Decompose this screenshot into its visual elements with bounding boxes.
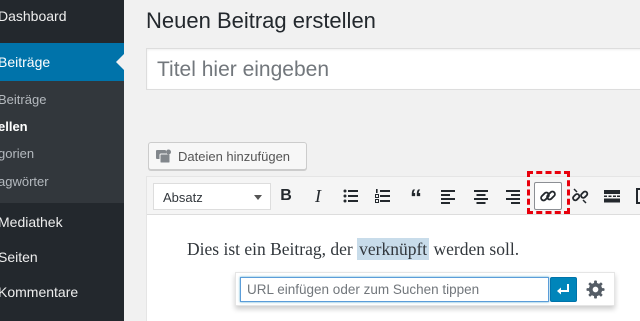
align-left-button[interactable] [435,183,461,209]
media-icon [156,149,171,164]
editor-paragraph: Dies ist ein Beitrag, der verknüpft werd… [187,238,520,260]
post-title-box [146,48,640,90]
align-center-button[interactable] [468,183,494,209]
align-left-icon [441,190,455,204]
format-select-value: Absatz [163,190,203,205]
selected-text[interactable]: verknüpft [357,238,430,260]
toolbar-toggle-button[interactable] [631,183,640,209]
italic-icon: I [315,186,321,206]
read-more-icon [604,190,620,203]
numbered-list-icon [375,189,390,203]
blockquote-icon: “ [410,185,422,212]
link-icon [540,190,556,202]
submenu-item-all-posts[interactable]: Beiträge [0,87,124,113]
editor-toolbar: Absatz B I “ [147,177,640,215]
add-media-button[interactable]: Dateien hinzufügen [148,142,307,170]
menu-item-label: Beiträge [0,54,51,70]
toolbar-toggle-icon [636,188,640,204]
submenu-item-label: gorien [0,146,35,161]
caret-down-icon [254,195,262,200]
link-options-button[interactable] [584,278,608,302]
page-title: Neuen Beitrag erstellen [146,8,376,33]
menu-item-media[interactable]: Mediathek [0,205,124,239]
format-select[interactable]: Absatz [153,183,271,210]
numbered-list-button[interactable] [370,183,396,209]
submenu-item-label: agwörter [0,174,49,189]
menu-item-label: Seiten [0,249,38,265]
submenu-item-add-new[interactable]: ellen [0,114,124,140]
paragraph-text-before: Dies ist ein Beitrag, der [187,239,358,259]
menu-item-label: Kommentare [0,284,79,300]
current-menu-arrow [116,54,124,70]
post-title-input[interactable] [157,58,637,82]
enter-icon [557,284,569,295]
read-more-button[interactable] [599,183,625,209]
menu-item-pages[interactable]: Seiten [0,240,124,274]
align-center-icon [474,190,488,204]
submenu-item-categories[interactable]: gorien [0,141,124,167]
posts-submenu: Beiträge ellen gorien agwörter [0,81,124,203]
bold-button[interactable]: B [273,183,299,209]
menu-item-posts[interactable]: Beiträge [0,43,124,81]
blockquote-button[interactable]: “ [403,183,429,212]
menu-item-comments[interactable]: Kommentare [0,275,124,309]
align-right-button[interactable] [500,183,526,209]
unlink-button[interactable] [567,183,593,209]
bold-icon: B [280,187,292,204]
submenu-item-label: ellen [0,119,28,134]
paragraph-text-after: werden soll. [429,239,520,259]
bulleted-list-icon [343,189,358,203]
menu-item-label: Dashboard [0,8,67,24]
unlink-icon [572,188,589,204]
gear-icon [586,280,605,299]
insert-link-button[interactable] [534,182,562,210]
add-media-label: Dateien hinzufügen [178,149,291,164]
submenu-item-tags[interactable]: agwörter [0,169,124,195]
menu-item-dashboard[interactable]: Dashboard [0,0,124,33]
align-right-icon [506,190,520,204]
submenu-item-label: Beiträge [0,92,47,107]
bulleted-list-button[interactable] [338,183,364,209]
inline-link-dialog [235,272,615,306]
apply-link-button[interactable] [550,277,577,302]
italic-button[interactable]: I [305,183,331,209]
url-input[interactable] [240,277,549,302]
admin-sidebar: Dashboard Beiträge Beiträge ellen gorien… [0,0,124,321]
menu-item-label: Mediathek [0,214,63,230]
